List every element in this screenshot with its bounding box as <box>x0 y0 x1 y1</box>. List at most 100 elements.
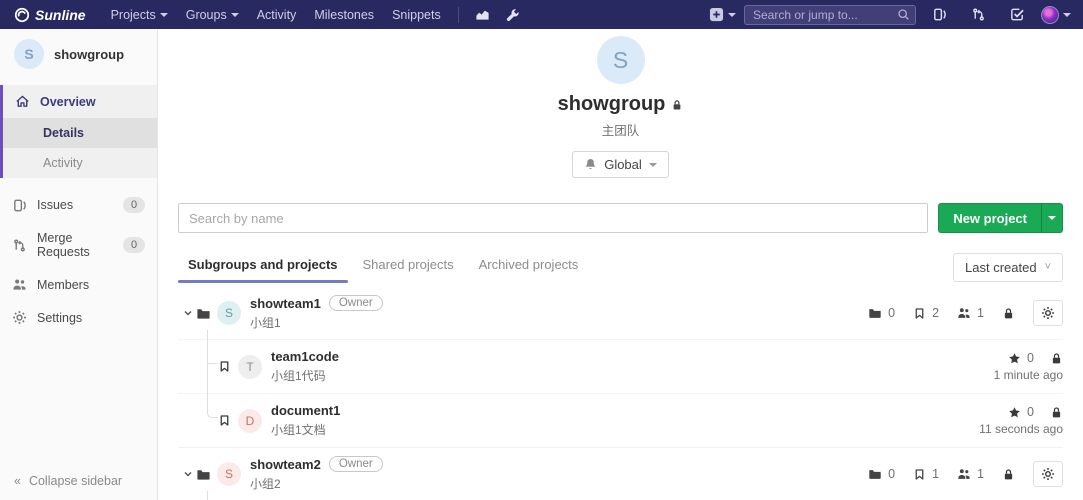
sidebar-item-details[interactable]: Details <box>3 118 157 148</box>
group-settings-button[interactable] <box>1033 461 1063 487</box>
bookmark-icon <box>218 414 231 427</box>
merge-requests-icon[interactable] <box>963 7 994 22</box>
group-row[interactable]: S showteam1 Owner 小组1 0 2 1 <box>178 287 1063 339</box>
bookmark-icon <box>218 360 231 373</box>
members-icon <box>957 306 971 320</box>
sidebar-item-members[interactable]: Members <box>0 268 157 301</box>
subgroups-count[interactable]: 0 <box>868 467 895 481</box>
owner-badge: Owner <box>328 456 383 472</box>
sidebar-group-header[interactable]: S showgroup <box>0 29 157 81</box>
app-logo[interactable]: Sunline <box>14 7 86 23</box>
project-description: 小组1代码 <box>271 369 326 383</box>
new-project-button[interactable]: New project <box>938 203 1041 233</box>
sidebar-item-settings[interactable]: Settings <box>0 301 157 334</box>
navbar-links: Projects Groups Activity Milestones Snip… <box>102 8 450 22</box>
folder-open-icon <box>196 306 211 321</box>
plus-menu-icon[interactable] <box>709 7 736 22</box>
nav-projects[interactable]: Projects <box>102 8 177 22</box>
sidebar-item-issues[interactable]: Issues 0 <box>0 188 157 222</box>
nav-snippets[interactable]: Snippets <box>383 8 450 22</box>
search-icon <box>897 8 910 21</box>
filter-toolbar: New project <box>178 203 1063 233</box>
navbar-right <box>709 4 1071 25</box>
sidebar-item-merge-requests[interactable]: Merge Requests 0 <box>0 222 157 268</box>
nav-activity[interactable]: Activity <box>248 8 306 22</box>
group-children: T team1code 小组1代码 0 1 minute ago D docum… <box>178 330 1063 447</box>
project-avatar[interactable]: D <box>238 408 262 433</box>
project-avatar[interactable]: T <box>238 354 262 379</box>
group-settings-button[interactable] <box>1033 300 1063 326</box>
sidebar-group-avatar: S <box>14 39 44 69</box>
members-icon <box>12 277 27 292</box>
issues-icon[interactable] <box>924 7 955 22</box>
projects-count[interactable]: 2 <box>913 306 939 320</box>
bell-icon <box>584 158 597 171</box>
issues-count-badge: 0 <box>123 197 145 213</box>
tab-archived-projects[interactable]: Archived projects <box>469 251 589 283</box>
subgroups-count[interactable]: 0 <box>868 306 895 320</box>
stars-count[interactable]: 0 <box>1008 351 1034 365</box>
folder-icon <box>868 306 882 320</box>
projects-count[interactable]: 1 <box>913 467 939 481</box>
double-chevron-left-icon: « <box>14 474 21 488</box>
area-chart-icon[interactable] <box>467 7 498 22</box>
tabs-row: Subgroups and projects Shared projects A… <box>178 251 1063 283</box>
chevron-down-icon <box>1063 12 1071 17</box>
group-name-link[interactable]: showteam1 <box>250 296 321 311</box>
members-count[interactable]: 1 <box>957 467 984 481</box>
owner-badge: Owner <box>328 295 383 311</box>
group-name-link[interactable]: showteam2 <box>250 457 321 472</box>
gear-icon <box>12 310 27 325</box>
filter-by-name-input[interactable] <box>178 203 929 233</box>
chevron-down-icon[interactable] <box>182 307 194 319</box>
group-header: S showgroup 主团队 Global <box>178 29 1063 178</box>
project-row[interactable]: D document1 小组1文档 0 11 seconds ago <box>178 384 1063 447</box>
user-menu[interactable] <box>1041 5 1071 24</box>
stars-count[interactable]: 0 <box>1008 405 1034 419</box>
star-icon <box>1008 352 1021 365</box>
groups-list: S showteam1 Owner 小组1 0 2 1 T team1code … <box>178 287 1063 500</box>
lock-icon <box>671 99 683 111</box>
notification-setting-button[interactable]: Global <box>572 151 669 178</box>
last-updated: 1 minute ago <box>993 368 1063 382</box>
sunline-logo-icon <box>14 7 30 23</box>
nav-groups[interactable]: Groups <box>177 8 248 22</box>
left-sidebar: S showgroup Overview Details Activity Is… <box>0 29 158 500</box>
lock-icon <box>1050 352 1063 365</box>
sort-dropdown[interactable]: Last created ˅ <box>953 252 1063 282</box>
group-row[interactable]: S showteam2 Owner 小组2 0 1 1 <box>178 448 1063 500</box>
collapse-sidebar-button[interactable]: « Collapse sidebar <box>0 462 157 500</box>
new-project-dropdown-button[interactable] <box>1041 203 1063 233</box>
chevron-down-icon[interactable] <box>182 468 194 480</box>
folder-open-icon <box>196 467 211 482</box>
bookmark-icon <box>913 468 926 481</box>
tab-subgroups-and-projects[interactable]: Subgroups and projects <box>178 251 348 283</box>
project-row[interactable]: T team1code 小组1代码 0 1 minute ago <box>178 330 1063 393</box>
group-avatar[interactable]: S <box>217 301 241 325</box>
global-search-input[interactable] <box>744 4 916 25</box>
lock-icon <box>1002 307 1015 320</box>
group-description: 小组2 <box>250 477 281 491</box>
sidebar-item-overview[interactable]: Overview <box>3 85 157 118</box>
group-avatar[interactable]: S <box>217 462 241 486</box>
group-avatar: S <box>596 36 645 84</box>
project-name-link[interactable]: team1code <box>271 349 339 364</box>
star-icon <box>1008 406 1021 419</box>
nav-milestones[interactable]: Milestones <box>305 8 383 22</box>
chevron-down-icon <box>728 12 736 17</box>
chevron-down-icon <box>648 162 657 167</box>
project-name-link[interactable]: document1 <box>271 403 340 418</box>
sidebar-item-activity[interactable]: Activity <box>3 148 157 178</box>
chevron-down-icon <box>159 12 168 17</box>
issues-icon <box>12 198 27 213</box>
last-updated: 11 seconds ago <box>979 422 1063 436</box>
wrench-icon[interactable] <box>498 8 528 22</box>
merge-requests-count-badge: 0 <box>123 237 145 253</box>
members-icon <box>957 467 971 481</box>
members-count[interactable]: 1 <box>957 306 984 320</box>
user-avatar <box>1041 5 1059 24</box>
chevron-down-icon <box>230 12 239 17</box>
main-content: S showgroup 主团队 Global New project Subgr… <box>158 29 1083 500</box>
tab-shared-projects[interactable]: Shared projects <box>353 251 464 283</box>
todos-icon[interactable] <box>1002 7 1033 22</box>
